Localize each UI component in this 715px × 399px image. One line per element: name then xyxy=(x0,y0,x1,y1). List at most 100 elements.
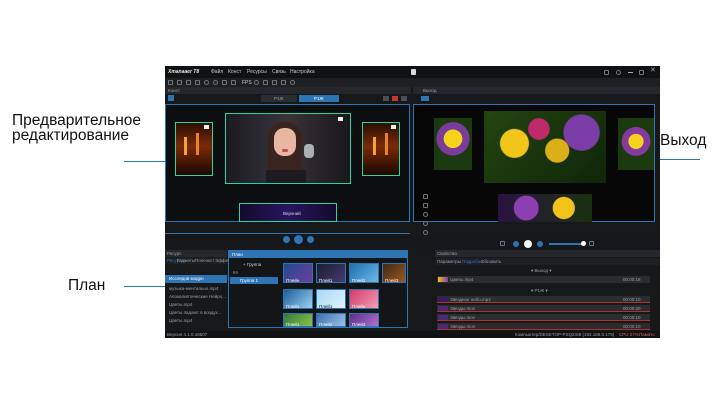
prop-tab-params[interactable]: Параметры xyxy=(437,259,461,264)
edit-transport-bar xyxy=(165,233,410,246)
volume-handle[interactable] xyxy=(581,241,586,246)
next-icon[interactable] xyxy=(307,236,314,243)
resource-item[interactable]: Цветы.mp4 xyxy=(169,302,192,307)
grid-icon[interactable] xyxy=(263,80,268,85)
clock-icon[interactable] xyxy=(254,80,259,85)
source-right-audio-icon[interactable] xyxy=(391,125,396,129)
plan-thumb[interactable]: Плей3 xyxy=(382,263,406,283)
source-center-audio-icon[interactable] xyxy=(338,117,343,121)
grid-view-icon[interactable] xyxy=(168,95,174,101)
lock-icon[interactable] xyxy=(411,69,416,75)
prop-tab-refresh[interactable]: Обновить xyxy=(481,259,501,264)
menu-const[interactable]: Конст xyxy=(228,69,241,75)
res-tab-4[interactable]: Эффе xyxy=(215,258,228,263)
fps-label[interactable]: FPS xyxy=(242,80,252,86)
source-left[interactable] xyxy=(175,122,213,176)
property-row[interactable]: Звездное небо.mp4 00:00:10 xyxy=(437,296,650,303)
tree-item-group[interactable]: Группа 1 xyxy=(230,277,278,284)
section-rlj-label: Р1Ж xyxy=(534,288,545,293)
res-tab-3[interactable]: Полеэкст xyxy=(195,258,214,263)
plan-thumb[interactable]: Плей2 xyxy=(316,313,346,327)
res-tab-2[interactable]: Гаджеты xyxy=(177,258,195,263)
menu-settings[interactable]: Настройка xyxy=(290,69,315,75)
refresh-icon[interactable] xyxy=(290,80,295,85)
record-icon[interactable] xyxy=(204,80,209,85)
status-cpu: CPU 27% xyxy=(619,332,639,337)
loop-icon[interactable] xyxy=(500,241,505,246)
edit-canvas[interactable]: Верхний xyxy=(165,104,410,222)
property-row[interactable]: Цветы.mp4 00:00:18 xyxy=(437,276,650,283)
plan-thumb[interactable]: Плей1 xyxy=(283,313,313,327)
side-ctrl-5-icon[interactable] xyxy=(423,230,428,235)
plan-thumb-label: Плей1 xyxy=(319,304,333,309)
stream-icon[interactable] xyxy=(213,80,218,85)
save-icon[interactable] xyxy=(186,80,191,85)
minimize-icon[interactable] xyxy=(628,72,633,73)
tree-item-root[interactable]: Кл xyxy=(233,270,238,275)
source-center[interactable] xyxy=(225,113,351,184)
plan-thumb[interactable]: Плейн xyxy=(349,289,379,309)
plan-thumb[interactable]: Плей3 xyxy=(349,313,379,327)
prop-tab-detail[interactable]: Подробно xyxy=(462,259,483,264)
plan-thumb[interactable]: Плей1 xyxy=(316,263,346,283)
copy-icon[interactable] xyxy=(195,80,200,85)
output-toggle[interactable] xyxy=(421,96,429,101)
plan-thumb-label: Плей3 xyxy=(352,322,366,327)
info-icon[interactable] xyxy=(616,70,621,75)
output-prev-icon[interactable] xyxy=(513,241,519,247)
menu-resources[interactable]: Ресурсы xyxy=(247,69,267,75)
add-group-button[interactable]: + Группа xyxy=(243,262,261,267)
resource-item[interactable]: Цветы.mp4 xyxy=(169,318,192,323)
status-machine: Компьютер/DESKTOP-PSQ2IS9 (192.168.0.179… xyxy=(515,332,615,337)
source-left-audio-icon[interactable] xyxy=(204,125,209,129)
view-icon-3[interactable] xyxy=(401,96,407,101)
fullscreen-icon[interactable] xyxy=(589,241,594,246)
side-ctrl-2-icon[interactable] xyxy=(423,203,428,208)
annotation-output: Выход xyxy=(660,132,707,149)
output-play-icon[interactable] xyxy=(524,240,532,248)
view-icon-1[interactable] xyxy=(383,96,389,101)
resource-item[interactable]: Цветы падают в воздух... xyxy=(169,310,222,315)
output-next-icon[interactable] xyxy=(537,241,543,247)
plan-thumb[interactable]: Плей2 xyxy=(349,263,379,283)
monitor-icon[interactable] xyxy=(222,80,227,85)
resource-item[interactable]: Исследов модрн xyxy=(165,275,227,283)
menu-file[interactable]: Файл xyxy=(211,69,223,75)
side-ctrl-1-icon[interactable] xyxy=(423,194,428,199)
output-preview[interactable] xyxy=(413,104,655,222)
menu-link[interactable]: Связь xyxy=(272,69,286,75)
plan-thumb[interactable]: Плейн xyxy=(283,263,313,283)
tab-rlj-2[interactable]: Р1Ж xyxy=(299,95,339,102)
side-ctrl-4-icon[interactable] xyxy=(423,221,428,226)
maximize-icon[interactable] xyxy=(639,70,644,75)
flame-decor-3 xyxy=(373,137,376,155)
plan-thumb[interactable]: Плей1 xyxy=(283,289,313,309)
view-icon-2[interactable] xyxy=(392,96,398,101)
overlay-source[interactable]: Верхний xyxy=(239,203,337,222)
annotation-plan: План xyxy=(68,277,106,294)
tab-rlj-1[interactable]: Р1Ж xyxy=(261,95,297,102)
property-row[interactable]: Звезды.mov 00:00:20 xyxy=(437,305,650,312)
layout-icon[interactable] xyxy=(604,70,609,75)
prev-icon[interactable] xyxy=(283,236,290,243)
resource-item[interactable]: музыка-ментальнo.mp4 xyxy=(169,286,218,291)
chart-icon[interactable] xyxy=(272,80,277,85)
resource-item[interactable]: Апокалиптические Нейро... xyxy=(169,294,226,299)
edit-panel-title: Конст xyxy=(168,88,180,93)
section-output-label: Выход xyxy=(534,268,548,273)
tools-icon[interactable] xyxy=(281,80,286,85)
volume-slider[interactable] xyxy=(549,243,583,245)
side-ctrl-3-icon[interactable] xyxy=(423,212,428,217)
source-right[interactable] xyxy=(362,122,400,176)
property-row[interactable]: Звезды.mov 00:00:10 xyxy=(437,314,650,321)
play-icon[interactable] xyxy=(294,235,303,244)
new-icon[interactable] xyxy=(168,80,173,85)
plan-thumb-label: Плей2 xyxy=(352,278,366,283)
plan-title: План xyxy=(232,252,243,257)
plan-thumb[interactable]: Плей1 xyxy=(316,289,346,309)
open-icon[interactable] xyxy=(177,80,182,85)
close-icon[interactable]: ✕ xyxy=(650,67,656,74)
properties-title: Свойства xyxy=(437,251,457,256)
property-row[interactable]: Звезды.mov 00:00:10 xyxy=(437,323,650,330)
audio-icon[interactable] xyxy=(231,80,236,85)
